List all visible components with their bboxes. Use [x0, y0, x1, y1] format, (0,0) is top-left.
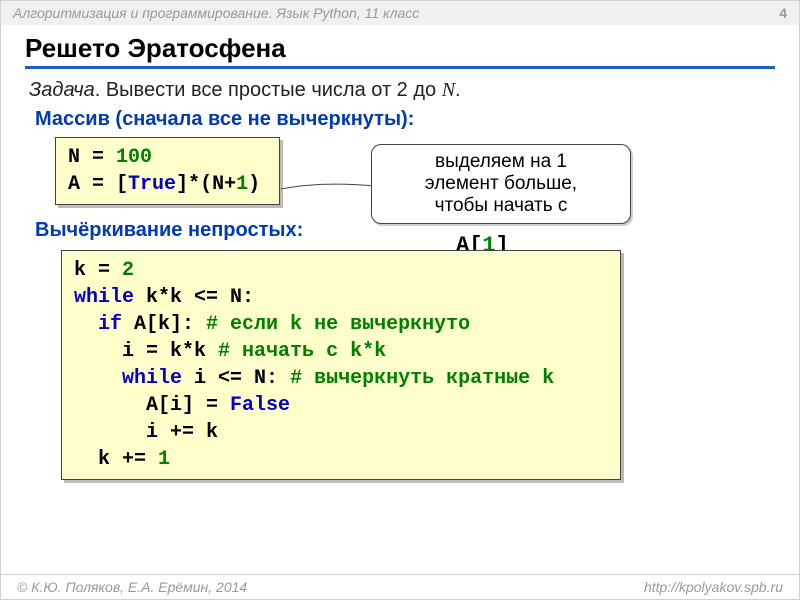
- callout-line1: выделяем на 1: [382, 151, 620, 173]
- code-block-sieve: k = 2 while k*k <= N: if A[k]: # если k …: [61, 250, 621, 480]
- callout-bubble: выделяем на 1 элемент больше, чтобы нача…: [371, 144, 631, 224]
- page-number: 4: [779, 5, 787, 21]
- callout-line3: чтобы начать с: [382, 195, 620, 217]
- footer: © К.Ю. Поляков, Е.А. Ерёмин, 2014 http:/…: [1, 574, 799, 599]
- top-bar: Алгоритмизация и программирование. Язык …: [1, 1, 799, 25]
- problem-tail: .: [455, 79, 461, 101]
- problem-statement: Задача. Вывести все простые числа от 2 д…: [29, 79, 771, 102]
- callout-tail: [281, 181, 376, 183]
- callout-line2: элемент больше,: [382, 173, 620, 195]
- problem-var: N: [442, 79, 455, 101]
- topbar-title: Алгоритмизация и программирование. Язык …: [13, 5, 419, 21]
- subtitle-array: Массив (сначала все не вычеркнуты):: [35, 108, 765, 131]
- code-block-init: N = 100 A = [True]*(N+1): [55, 137, 280, 205]
- footer-url: http://kpolyakov.spb.ru: [644, 579, 783, 595]
- footer-copyright: © К.Ю. Поляков, Е.А. Ерёмин, 2014: [17, 579, 247, 595]
- slide-title: Решето Эратосфена: [25, 33, 775, 69]
- problem-text: . Вывести все простые числа от 2 до: [95, 79, 442, 101]
- problem-label: Задача: [29, 79, 95, 101]
